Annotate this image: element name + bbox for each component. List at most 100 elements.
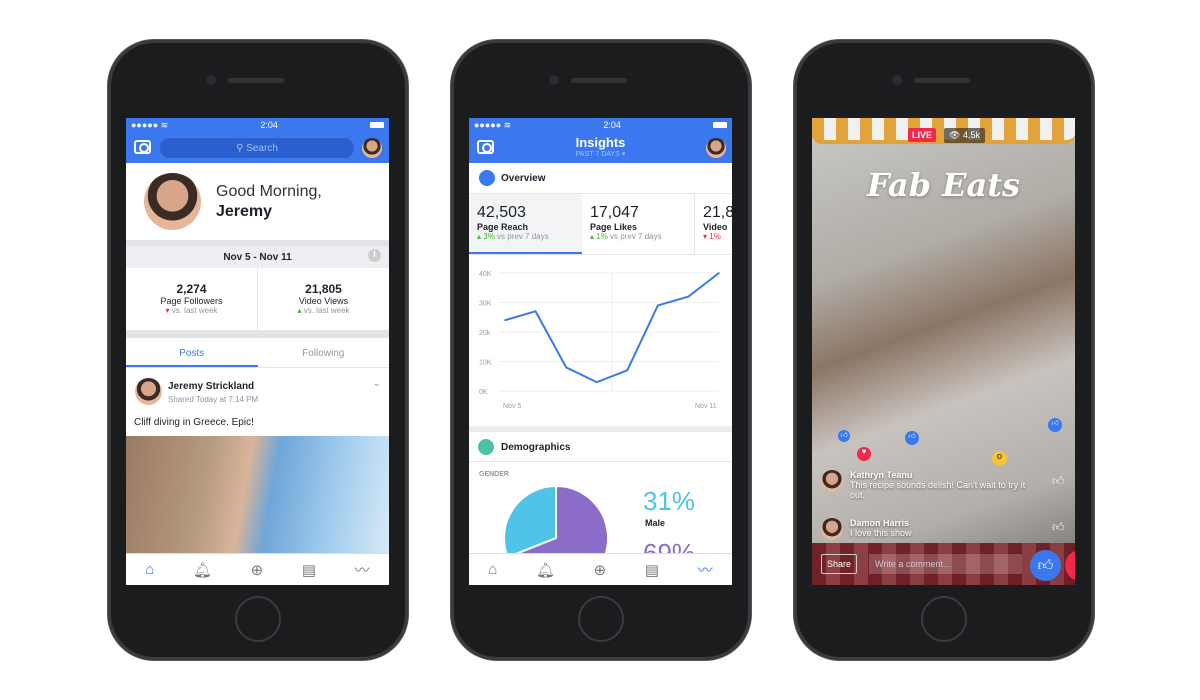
signal-icon: ●●●●● ≋ xyxy=(131,119,169,130)
demographics-heading: Demographics xyxy=(501,442,571,453)
phone-live: LIVE 👁︎ 4.5k Fab Eats 👍︎ 👍︎ 👍︎ ♥ o Kathr… xyxy=(794,40,1094,660)
plus-circle-icon[interactable]: ⊕ xyxy=(251,561,264,579)
live-badge: LIVE xyxy=(908,128,937,142)
stat-label: Video Views xyxy=(298,296,349,306)
data-point xyxy=(595,381,598,383)
stat-compare: vs. last week xyxy=(303,306,350,315)
data-point xyxy=(718,272,720,274)
bell-icon[interactable]: 🔔︎ xyxy=(536,561,555,579)
overview-heading: Overview xyxy=(501,173,546,184)
comment: Damon Harris I love this show xyxy=(850,518,1030,538)
tab-bar: ⌂ 🔔︎ ⊕ ▤ 〰 xyxy=(469,553,732,585)
stat-followers[interactable]: 2,274 Page Followers ▾ vs. last week xyxy=(126,268,258,330)
y-tick-label: 20k xyxy=(479,330,491,337)
metrics-carousel[interactable]: 42,503 Page Reach ▴ 3% vs prev 7 days 17,0… xyxy=(469,193,732,255)
battery-icon xyxy=(712,122,727,128)
stat-label: Page Followers xyxy=(160,296,223,306)
live-video-screen[interactable]: LIVE 👁︎ 4.5k Fab Eats 👍︎ 👍︎ 👍︎ ♥ o Kathr… xyxy=(812,118,1075,585)
data-point xyxy=(687,295,690,298)
speaker xyxy=(228,78,284,83)
tabs: Posts Following xyxy=(126,338,389,368)
period-label: PAST 7 DAYS xyxy=(575,151,620,158)
inbox-icon[interactable]: ▤ xyxy=(645,561,659,579)
metric-page-reach[interactable]: 42,503 Page Reach ▴ 3% vs prev 7 days xyxy=(469,194,582,254)
post-author[interactable]: Jeremy Strickland xyxy=(168,381,254,392)
comment-input[interactable]: Write a comment... xyxy=(869,554,1022,574)
home-button xyxy=(235,596,281,642)
reach-line-chart: 0K 10K 20k 30K 40K Nov 5 Nov 11 xyxy=(479,271,720,410)
post-photo[interactable] xyxy=(126,436,389,553)
y-tick-label: 10K xyxy=(479,360,492,367)
viewer-count-value: 4.5k xyxy=(962,130,980,140)
data-point xyxy=(534,310,537,313)
date-range: Nov 5 - Nov 11 xyxy=(223,251,292,263)
comment-author: Kathryn Teanu xyxy=(850,470,913,480)
stat-video-views[interactable]: 21,805 Video Views ▴ vs. last week xyxy=(258,268,389,330)
share-button[interactable]: Share xyxy=(821,554,858,574)
post-author-avatar[interactable] xyxy=(135,378,162,405)
metric-change: 3% xyxy=(483,232,495,241)
eye-icon: 👁︎ xyxy=(949,130,963,140)
data-point xyxy=(626,369,629,372)
chevron-down-icon[interactable]: ⌄ xyxy=(373,378,381,389)
metric-label: Page Likes xyxy=(590,222,638,232)
speaker xyxy=(571,78,627,83)
wow-reaction-icon: o xyxy=(992,451,1007,466)
profile-avatar[interactable] xyxy=(706,138,726,158)
home-icon[interactable]: ⌂ xyxy=(145,561,154,578)
search-icon: ⚲ xyxy=(236,142,247,154)
post-meta: Shared Today at 7:14 PM xyxy=(168,395,259,404)
like-reaction-icon: 👍︎ xyxy=(838,430,850,442)
plus-circle-icon[interactable]: ⊕ xyxy=(594,561,607,579)
info-icon[interactable]: i xyxy=(368,249,381,262)
divider xyxy=(469,426,732,432)
data-point xyxy=(565,366,567,369)
insights-icon[interactable]: 〰 xyxy=(355,559,370,580)
metric-label: Video xyxy=(703,222,728,232)
data-point xyxy=(657,304,659,307)
greeting: Good Morning, xyxy=(216,183,322,200)
comment-like-icon[interactable]: 👍︎ xyxy=(1052,520,1065,535)
camera-icon[interactable] xyxy=(134,140,151,154)
clock: 2:04 xyxy=(603,120,621,130)
show-title: Fab Eats xyxy=(866,166,1021,204)
battery-icon xyxy=(369,122,384,128)
metric-label: Page Reach xyxy=(477,222,529,232)
bell-icon[interactable]: 🔔︎ xyxy=(193,561,212,579)
y-tick-label: 40K xyxy=(479,271,492,278)
home-button xyxy=(921,596,967,642)
home-screen: ●●●●● ≋ 2:04 ⚲ Search Good Morning, Jerem… xyxy=(126,118,389,585)
inbox-icon[interactable]: ▤ xyxy=(302,561,316,579)
stat-value: 21,805 xyxy=(305,282,342,296)
like-reaction-icon: 👍︎ xyxy=(1048,418,1062,432)
tab-posts[interactable]: Posts xyxy=(126,338,258,367)
insights-icon[interactable]: 〰 xyxy=(698,559,713,580)
comment: Kathryn Teanu This recipe sounds delish! … xyxy=(850,470,1030,500)
profile-avatar[interactable] xyxy=(362,138,382,158)
page-title: Insights xyxy=(575,135,626,150)
period-dropdown[interactable]: PAST 7 DAYS ▾ xyxy=(469,150,732,158)
divider xyxy=(126,330,389,338)
clock: 2:04 xyxy=(260,120,278,130)
search-placeholder: Search xyxy=(246,142,278,154)
stat-compare: vs. last week xyxy=(171,306,218,315)
home-icon[interactable]: ⌂ xyxy=(488,561,497,578)
metric-change: 1% xyxy=(596,232,608,241)
post-text: Cliff diving in Greece. Epic! xyxy=(134,417,254,428)
front-camera xyxy=(892,75,902,85)
front-camera xyxy=(206,75,216,85)
metric-page-likes[interactable]: 17,047 Page Likes ▴ 1% vs prev 7 days xyxy=(582,194,695,254)
x-tick-label: Nov 5 xyxy=(503,403,521,410)
metric-compare: vs prev 7 days xyxy=(610,232,662,241)
tab-following[interactable]: Following xyxy=(258,338,390,367)
search-input[interactable]: ⚲ Search xyxy=(160,138,354,158)
metric-change: 1% xyxy=(709,232,721,241)
like-button[interactable]: 👍︎ xyxy=(1030,550,1061,581)
front-camera xyxy=(549,75,559,85)
gender-label: GENDER xyxy=(479,471,509,478)
metric-video[interactable]: 21,8 Video ▾ 1% xyxy=(695,194,732,254)
commenter-avatar xyxy=(821,518,843,540)
status-bar: ●●●●● ≋ 2:04 xyxy=(469,118,732,132)
comment-like-icon[interactable]: 👍︎ xyxy=(1052,474,1065,489)
phone-home: ●●●●● ≋ 2:04 ⚲ Search Good Morning, Jerem… xyxy=(108,40,408,660)
